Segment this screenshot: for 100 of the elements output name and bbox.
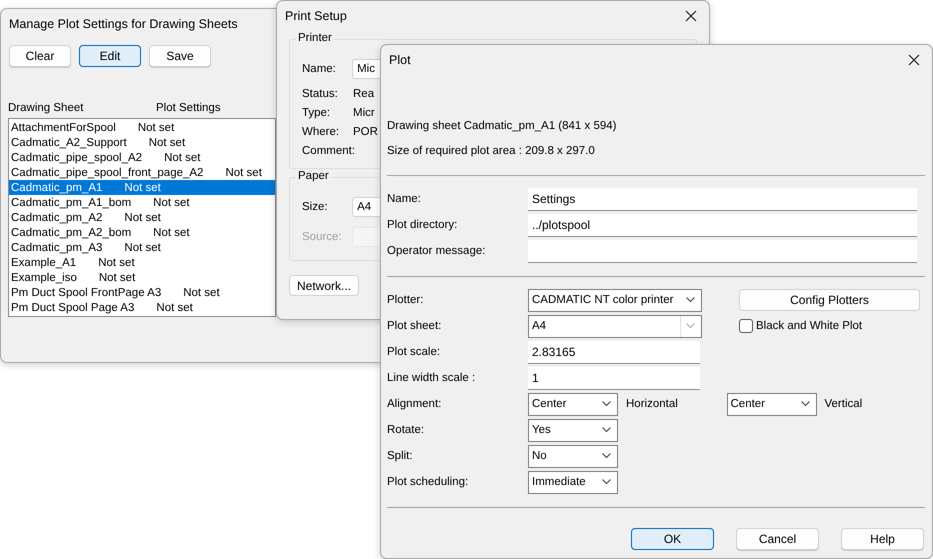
column-header: Plot Settings: [156, 102, 222, 114]
sheet-name: AttachmentForSpool: [11, 122, 116, 134]
info-text: Drawing sheet Cadmatic_pm_A1 (841 x 594): [387, 118, 618, 134]
list-row[interactable]: Cadmatic_pm_A2_bom Not set: [9, 225, 275, 240]
field-label: Operator message:: [387, 245, 486, 257]
toolbar-button[interactable]: Edit: [79, 45, 141, 67]
input-field[interactable]: Settings: [528, 188, 917, 210]
list-row[interactable]: Cadmatic_pm_A1 Not set: [9, 180, 275, 195]
list-row[interactable]: Pm Duct Spool Page A3 Not set: [9, 300, 275, 315]
field-label: Size:: [302, 201, 329, 213]
sheet-name: Example_iso: [11, 272, 77, 284]
field-label: Rotate:: [387, 424, 426, 436]
field-label: Comment:: [302, 144, 353, 156]
sheet-name: Example_A1: [11, 256, 76, 268]
plot-settings-status: Not set: [138, 122, 174, 134]
field-label: Where:: [302, 126, 340, 138]
list-row[interactable]: Example_iso Not set: [9, 270, 275, 285]
dialog-button[interactable]: OK: [631, 528, 714, 550]
list-row[interactable]: Cadmatic_pm_A2 Not set: [9, 210, 275, 225]
input-field[interactable]: 1: [528, 366, 700, 390]
field-label: Line width scale :: [387, 372, 476, 384]
field-label: Alignment:: [387, 398, 442, 410]
plot-settings-status: Not set: [183, 286, 220, 298]
sheet-name: Pm Duct Spool FrontPage A3: [11, 286, 162, 298]
dropdown[interactable]: Center: [726, 392, 816, 416]
dropdown[interactable]: Immediate: [528, 470, 618, 494]
dropdown[interactable]: No: [528, 444, 618, 468]
list-row[interactable]: Cadmatic_pm_A1_bom Not set: [9, 195, 275, 210]
plot-settings-status: Not set: [225, 166, 262, 178]
dialog-button[interactable]: Cancel: [736, 528, 819, 550]
sheet-name: Cadmatic_pm_A2_bom: [11, 226, 132, 238]
plot-settings-status: Not set: [124, 212, 161, 224]
list-row[interactable]: Cadmatic_pipe_spool_A2 Not set: [9, 150, 275, 165]
dropdown[interactable]: Center: [528, 392, 618, 416]
column-header: Drawing Sheet: [8, 102, 84, 114]
dialog-button[interactable]: Help: [841, 528, 924, 550]
chevron-icon: [602, 401, 611, 407]
sheet-name: Cadmatic_pm_A1: [11, 182, 102, 194]
chevron-icon: [686, 323, 695, 329]
field-value: Rea: [353, 88, 374, 100]
plot-settings-status: Not set: [164, 152, 200, 164]
sheet-name: Cadmatic_pipe_spool_A2: [11, 152, 142, 164]
list-row[interactable]: AttachmentForSpool Not set: [9, 120, 275, 135]
close-icon: [685, 10, 697, 22]
list-row[interactable]: Example_A1 Not set: [9, 255, 275, 270]
input-field[interactable]: ../plotspool: [528, 214, 917, 236]
chevron-icon: [602, 427, 611, 433]
group-title: Paper: [296, 170, 331, 182]
checkbox[interactable]: [739, 319, 753, 333]
field-label: Type:: [302, 106, 332, 118]
plot-settings-status: Not set: [98, 256, 135, 268]
sheet-name: Cadmatic_pm_A3: [11, 242, 102, 254]
group-title: Printer: [296, 32, 334, 44]
plot-settings-status: Not set: [124, 182, 161, 194]
window-title: Plot: [389, 53, 411, 67]
checkbox-label: Black and White Plot: [756, 320, 862, 332]
list-row[interactable]: Cadmatic_pm_A3 Not set: [9, 240, 275, 255]
field-label: Name:: [387, 193, 422, 205]
field-label: Source:: [302, 231, 343, 243]
plot-settings-status: Not set: [153, 226, 190, 238]
window-title: Manage Plot Settings for Drawing Sheets: [9, 17, 238, 31]
field-label: Plot scale:: [387, 346, 442, 358]
toolbar-button[interactable]: Save: [149, 45, 211, 67]
config-plotters-button[interactable]: Config Plotters: [739, 289, 920, 311]
window-title: Print Setup: [285, 9, 347, 23]
input-field[interactable]: [528, 240, 917, 262]
input-field[interactable]: 2.83165: [528, 340, 700, 364]
field-value: POR: [353, 126, 378, 138]
chevron-icon: [602, 479, 611, 485]
field-label: Name:: [302, 63, 337, 75]
chevron-icon: [602, 453, 611, 459]
info-text: Size of required plot area : 209.8 x 297.0: [387, 144, 596, 158]
sheet-name: Cadmatic_pm_A2: [11, 212, 102, 224]
list-row[interactable]: Cadmatic_A2_Support Not set: [9, 135, 275, 150]
dropdown[interactable]: Yes: [528, 418, 618, 442]
combo-box[interactable]: A4: [528, 314, 702, 338]
plot-settings-status: Not set: [98, 272, 136, 284]
sheet-name: Cadmatic_pm_A1_bom: [11, 196, 132, 208]
list-row[interactable]: Cadmatic_pipe_spool_front_page_A2 Not set: [9, 165, 275, 180]
network-button[interactable]: Network...: [289, 275, 359, 296]
plot-settings-status: Not set: [148, 136, 186, 148]
plot-settings-status: Not set: [156, 302, 193, 314]
field-label: Plot scheduling:: [387, 476, 470, 488]
sheet-name: Cadmatic_A2_Support: [11, 136, 127, 148]
field-label: Plotter:: [387, 294, 424, 306]
plot-settings-status: Not set: [153, 196, 190, 208]
field-label: Split:: [387, 450, 414, 462]
field-value: Micr: [353, 106, 375, 118]
close-icon: [908, 54, 920, 66]
vertical-label: Vertical: [824, 398, 864, 410]
field-label: Plot sheet:: [387, 320, 442, 332]
horizontal-label: Horizontal: [626, 398, 679, 410]
toolbar-button[interactable]: Clear: [9, 45, 71, 67]
chevron-icon: [686, 297, 695, 303]
field-label: Plot directory:: [387, 219, 458, 231]
field-label: Status:: [302, 88, 339, 100]
plot-settings-status: Not set: [124, 242, 161, 254]
sheet-name: Pm Duct Spool Page A3: [11, 302, 134, 314]
dropdown[interactable]: CADMATIC NT color printer: [528, 288, 702, 312]
list-row[interactable]: Pm Duct Spool FrontPage A3 Not set: [9, 285, 275, 300]
